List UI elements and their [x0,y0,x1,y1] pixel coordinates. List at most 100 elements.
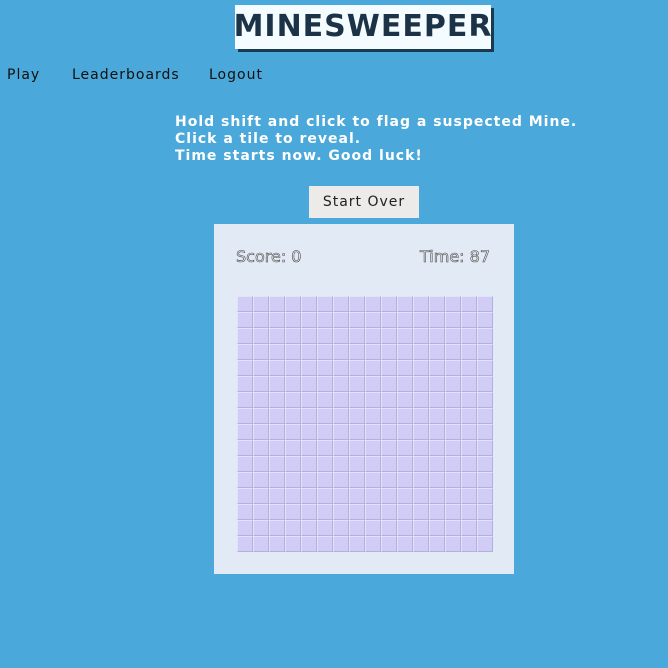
minefield-tile[interactable] [333,328,349,344]
minefield-tile[interactable] [253,536,269,552]
minefield-tile[interactable] [269,296,285,312]
minefield-tile[interactable] [317,456,333,472]
minefield-tile[interactable] [413,360,429,376]
minefield-tile[interactable] [461,520,477,536]
minefield-tile[interactable] [461,392,477,408]
minefield-tile[interactable] [429,344,445,360]
minefield-tile[interactable] [461,360,477,376]
minefield-tile[interactable] [477,488,493,504]
minefield-tile[interactable] [381,360,397,376]
minefield-tile[interactable] [333,520,349,536]
minefield-tile[interactable] [477,376,493,392]
minefield-tile[interactable] [333,456,349,472]
minefield-tile[interactable] [397,392,413,408]
minefield-tile[interactable] [365,312,381,328]
minefield-tile[interactable] [381,536,397,552]
minefield-tile[interactable] [269,456,285,472]
minefield-tile[interactable] [285,296,301,312]
minefield-tile[interactable] [285,456,301,472]
minefield-tile[interactable] [349,456,365,472]
minefield-tile[interactable] [381,376,397,392]
minefield-tile[interactable] [381,488,397,504]
minefield-tile[interactable] [269,488,285,504]
minefield-tile[interactable] [365,488,381,504]
minefield-tile[interactable] [397,504,413,520]
minefield-tile[interactable] [429,440,445,456]
minefield-tile[interactable] [413,424,429,440]
minefield-tile[interactable] [477,328,493,344]
minefield-tile[interactable] [285,472,301,488]
minefield-tile[interactable] [317,392,333,408]
minefield-tile[interactable] [397,456,413,472]
minefield-tile[interactable] [397,520,413,536]
minefield-tile[interactable] [477,344,493,360]
minefield-tile[interactable] [429,408,445,424]
minefield-tile[interactable] [237,360,253,376]
minefield-tile[interactable] [253,376,269,392]
minefield-tile[interactable] [237,328,253,344]
minefield-tile[interactable] [413,504,429,520]
minefield-tile[interactable] [333,472,349,488]
minefield-tile[interactable] [349,392,365,408]
start-over-button[interactable]: Start Over [309,186,419,218]
minefield-tile[interactable] [397,328,413,344]
minefield-tile[interactable] [429,392,445,408]
minefield-tile[interactable] [381,392,397,408]
minefield-tile[interactable] [237,504,253,520]
minefield-tile[interactable] [445,360,461,376]
minefield-tile[interactable] [349,504,365,520]
minefield-tile[interactable] [333,536,349,552]
minefield-tile[interactable] [477,296,493,312]
minefield-tile[interactable] [285,376,301,392]
minefield-tile[interactable] [317,424,333,440]
minefield-tile[interactable] [381,440,397,456]
minefield-tile[interactable] [365,456,381,472]
minefield-tile[interactable] [365,504,381,520]
minefield-tile[interactable] [237,536,253,552]
minefield-tile[interactable] [285,360,301,376]
minefield-tile[interactable] [349,520,365,536]
minefield-tile[interactable] [269,472,285,488]
minefield-tile[interactable] [477,472,493,488]
minefield-tile[interactable] [381,296,397,312]
minefield-tile[interactable] [333,376,349,392]
minefield-tile[interactable] [365,376,381,392]
minefield-tile[interactable] [477,360,493,376]
minefield-tile[interactable] [317,536,333,552]
minefield-tile[interactable] [317,472,333,488]
minefield-tile[interactable] [301,440,317,456]
minefield-tile[interactable] [397,296,413,312]
minefield-tile[interactable] [477,312,493,328]
minefield-tile[interactable] [413,296,429,312]
minefield-tile[interactable] [413,472,429,488]
minefield-tile[interactable] [349,296,365,312]
minefield-tile[interactable] [237,376,253,392]
minefield-tile[interactable] [253,472,269,488]
minefield-tile[interactable] [445,296,461,312]
minefield-tile[interactable] [317,440,333,456]
minefield-tile[interactable] [381,328,397,344]
minefield-tile[interactable] [365,520,381,536]
minefield-tile[interactable] [253,408,269,424]
minefield-tile[interactable] [333,312,349,328]
minefield-tile[interactable] [253,344,269,360]
minefield-tile[interactable] [381,344,397,360]
minefield-tile[interactable] [253,424,269,440]
minefield-tile[interactable] [285,344,301,360]
minefield-tile[interactable] [317,408,333,424]
minefield-tile[interactable] [477,536,493,552]
minefield-tile[interactable] [301,488,317,504]
minefield-tile[interactable] [477,504,493,520]
minefield-tile[interactable] [429,456,445,472]
minefield-tile[interactable] [237,392,253,408]
minefield-tile[interactable] [317,520,333,536]
minefield-tile[interactable] [317,312,333,328]
minefield-tile[interactable] [237,344,253,360]
minefield-tile[interactable] [269,312,285,328]
minefield-tile[interactable] [301,392,317,408]
minefield-tile[interactable] [477,440,493,456]
minefield-tile[interactable] [461,440,477,456]
minefield-tile[interactable] [429,424,445,440]
minefield-tile[interactable] [365,472,381,488]
minefield-tile[interactable] [349,376,365,392]
